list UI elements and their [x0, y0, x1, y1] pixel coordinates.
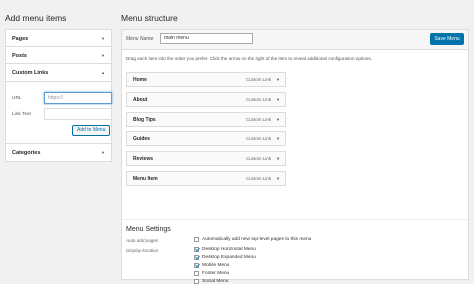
menu-item-title: About [133, 97, 148, 103]
add-to-menu-button[interactable]: Add to Menu [72, 125, 111, 136]
menu-name-label: Menu Name [126, 36, 154, 42]
display-location-label: Display location [126, 248, 159, 253]
menu-item[interactable]: About Custom Link ▼ [126, 92, 286, 107]
menu-item[interactable]: Guides Custom Link ▼ [126, 131, 286, 146]
location-checkbox[interactable] [194, 247, 199, 252]
menu-item-type: Custom Link [245, 156, 271, 161]
pages-section-label: Pages [12, 35, 29, 42]
menu-item[interactable]: Menu Item Custom Link ▼ [126, 171, 286, 186]
location-label: Desktop Expanded Menu [202, 255, 256, 260]
menu-header: Menu Name main menu Save Menu [122, 30, 468, 50]
caret-down-icon[interactable]: ▼ [276, 97, 280, 102]
menu-item[interactable]: Blog Tips Custom Link ▼ [126, 112, 286, 127]
custom-links-label: Custom Links [12, 69, 49, 76]
menu-item[interactable]: Reviews Custom Link ▼ [126, 151, 286, 166]
menu-item-title: Blog Tips [133, 117, 156, 123]
auto-add-checkbox[interactable] [194, 237, 199, 242]
menu-item-type: Custom Link [245, 117, 271, 122]
auto-add-checkbox-row[interactable]: Automatically add new top-level pages to… [194, 237, 311, 242]
location-checkbox-row[interactable]: Desktop Horizontal Menu [194, 247, 256, 252]
location-checkbox[interactable] [194, 271, 199, 276]
menu-structure-heading: Menu structure [121, 13, 178, 23]
caret-down-icon[interactable]: ▼ [276, 176, 280, 181]
posts-section-label: Posts [12, 52, 27, 59]
add-menu-items-heading: Add menu items [5, 13, 67, 23]
menu-item-type: Custom Link [245, 77, 271, 82]
save-menu-button[interactable]: Save Menu [430, 33, 464, 45]
caret-down-icon[interactable]: ▼ [276, 77, 280, 82]
menu-item-type: Custom Link [245, 97, 271, 102]
location-checkbox-row[interactable]: Desktop Expanded Menu [194, 255, 256, 260]
link-text-input[interactable] [44, 108, 112, 120]
location-label: Footer Menu [202, 271, 230, 276]
caret-up-icon: ▲ [101, 70, 105, 75]
auto-add-text: Automatically add new top-level pages to… [202, 237, 312, 242]
url-input[interactable]: https:// [44, 92, 112, 104]
auto-add-label: Auto add pages [126, 238, 159, 243]
menu-item-title: Reviews [133, 156, 154, 162]
menu-item-title: Home [133, 77, 147, 83]
categories-section-label: Categories [12, 149, 41, 156]
url-label: URL [12, 96, 22, 101]
link-text-label: Link Text [12, 112, 31, 117]
custom-links-section: Custom Links ▲ URL https:// Link Text Ad… [5, 63, 112, 144]
menu-settings-title: Menu Settings [126, 226, 171, 233]
custom-links-header[interactable]: Custom Links ▲ [6, 64, 111, 81]
location-label: Desktop Horizontal Menu [202, 247, 256, 252]
menu-item-title: Guides [133, 136, 150, 142]
menu-item-title: Menu Item [133, 176, 158, 182]
caret-down-icon: ▼ [101, 150, 105, 155]
menu-item-type: Custom Link [245, 136, 271, 141]
caret-down-icon: ▼ [101, 36, 105, 41]
caret-down-icon[interactable]: ▼ [276, 156, 280, 161]
caret-down-icon: ▼ [101, 53, 105, 58]
menu-item[interactable]: Home Custom Link ▼ [126, 72, 286, 87]
menu-structure-panel: Menu Name main menu Save Menu Drag each … [121, 29, 469, 284]
location-checkbox-row[interactable]: Mobile Menu [194, 263, 229, 268]
caret-down-icon[interactable]: ▼ [276, 136, 280, 141]
menu-name-input[interactable]: main menu [160, 33, 253, 44]
categories-section[interactable]: Categories ▼ [5, 143, 112, 162]
location-checkbox[interactable] [194, 255, 199, 260]
instructions-text: Drag each item into the order you prefer… [126, 56, 372, 61]
caret-down-icon[interactable]: ▼ [276, 117, 280, 122]
location-checkbox[interactable] [194, 263, 199, 268]
divider [122, 219, 468, 220]
location-checkbox-row[interactable]: Footer Menu [194, 271, 229, 276]
location-label: Mobile Menu [202, 263, 230, 268]
menu-item-type: Custom Link [245, 176, 271, 181]
